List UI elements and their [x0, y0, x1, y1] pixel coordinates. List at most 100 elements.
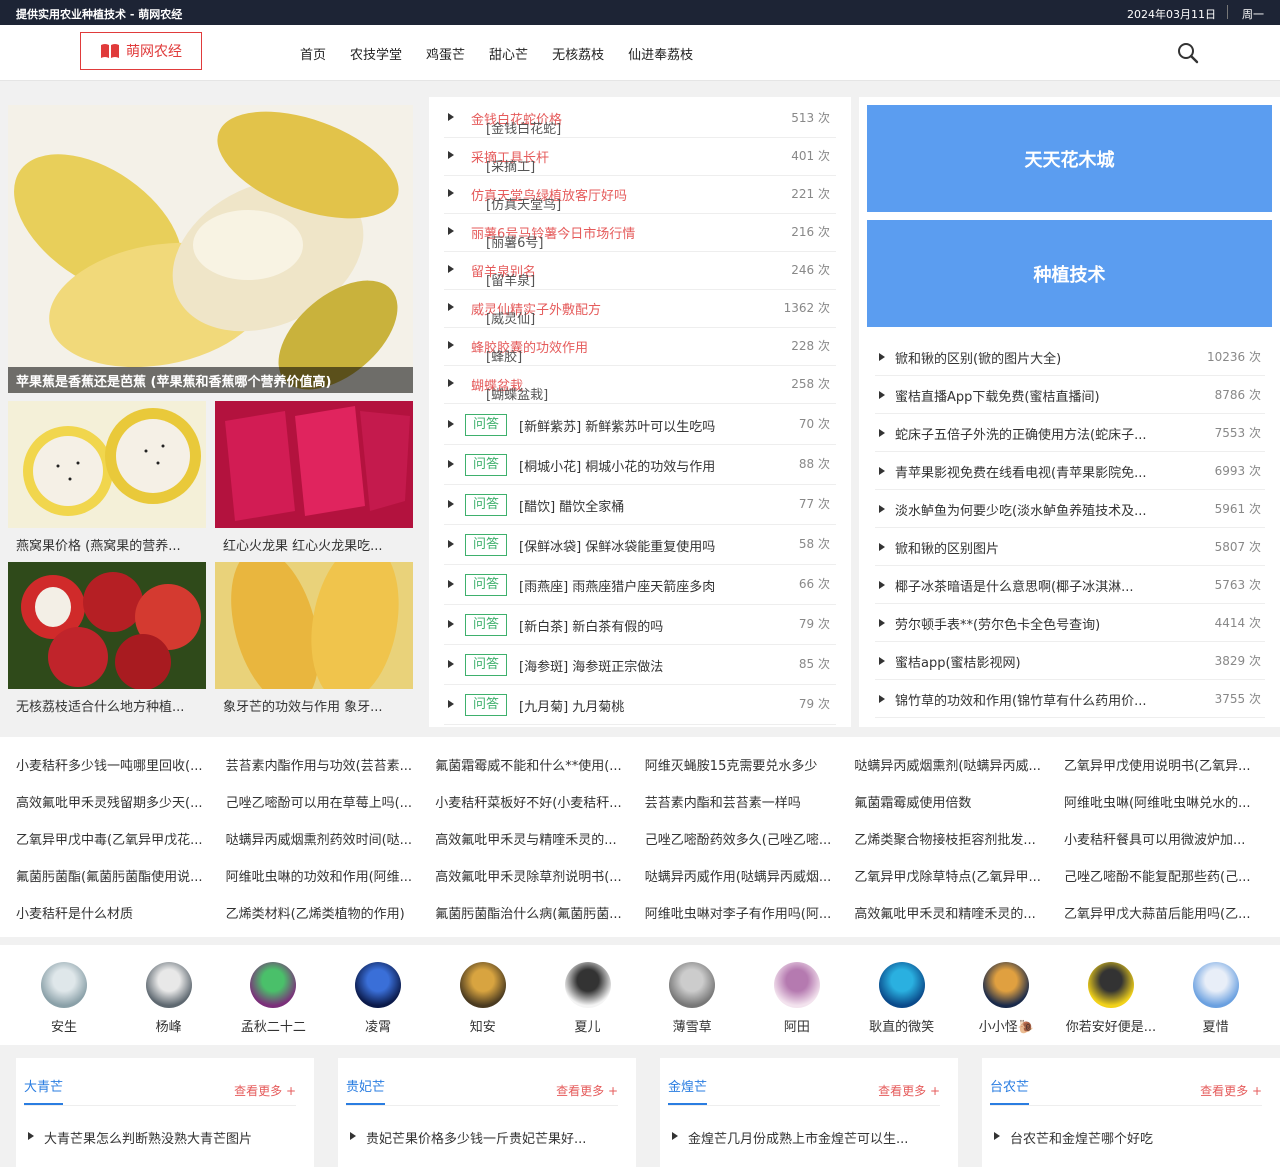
tag-link[interactable]: 高效氟吡甲禾灵与精喹禾灵的... — [435, 829, 635, 848]
tag-link[interactable]: 哒螨异丙威作用(哒螨异丙威烟... — [645, 866, 845, 885]
search-icon[interactable] — [1176, 41, 1200, 65]
article-tag[interactable]: [留羊泉] — [486, 270, 535, 289]
avatar[interactable] — [250, 962, 297, 1008]
list-item[interactable]: [采摘工] 采摘工具长杆 401 次 — [444, 138, 836, 176]
thumb-image[interactable] — [215, 562, 413, 689]
question-link[interactable]: [新白茶] 新白茶有假的吗 — [519, 616, 663, 635]
avatar[interactable] — [459, 962, 506, 1008]
list-item[interactable]: [丽薯6号] 丽薯6号马铃薯今日市场行情 216 次 — [444, 214, 836, 252]
tag-link[interactable]: 氟菌肟菌酯(氟菌肟菌酯使用说... — [16, 866, 216, 885]
question-link[interactable]: [醋饮] 醋饮全家桶 — [519, 496, 624, 515]
promo-box[interactable]: 种植技术 — [867, 220, 1272, 327]
list-item[interactable]: [留羊泉] 留羊泉别名 246 次 — [444, 252, 836, 290]
tag-link[interactable]: 高效氟吡甲禾灵和精喹禾灵的... — [854, 903, 1054, 922]
see-more-link[interactable]: 查看更多 + — [556, 1082, 618, 1099]
article-link[interactable]: 椰子冰茶暗语是什么意思啊(椰子冰淇淋... — [895, 576, 1185, 595]
article-tag[interactable]: [丽薯6号] — [486, 232, 543, 251]
article-tag[interactable]: [蜂胶] — [486, 346, 522, 365]
avatar[interactable] — [773, 962, 820, 1008]
nav-item-seedless-lychee[interactable]: 无核荔枝 — [552, 44, 604, 63]
featured-image[interactable]: 苹果蕉是香蕉还是芭蕉 (苹果蕉和香蕉哪个营养价值高) — [8, 105, 413, 393]
promo-box[interactable]: 天天花木城 — [867, 105, 1272, 212]
tag-link[interactable]: 阿维灭蝇胺15克需要兑水多少 — [645, 755, 845, 774]
nav-item-agri-school[interactable]: 农技学堂 — [350, 44, 402, 63]
list-item[interactable]: 淡水鲈鱼为何要少吃(淡水鲈鱼养殖技术及... 5961 次 — [875, 490, 1265, 528]
avatar[interactable] — [1192, 962, 1239, 1008]
list-item[interactable]: 问答 [九月菊] 九月菊桃 79 次 — [444, 685, 836, 725]
user-name[interactable]: 夏儿 — [538, 1016, 638, 1035]
tag-link[interactable]: 阿维吡虫啉的功效和作用(阿维... — [226, 866, 426, 885]
article-link[interactable]: 蜜桔app(蜜桔影视网) — [895, 652, 1185, 671]
article-tag[interactable]: [金钱白花蛇] — [486, 118, 561, 137]
list-item[interactable]: 椰子冰茶暗语是什么意思啊(椰子冰淇淋... 5763 次 — [875, 566, 1265, 604]
tag-link[interactable]: 高效氟吡甲禾灵除草剂说明书(... — [435, 866, 635, 885]
article-link[interactable]: 青苹果影视免费在线看电视(青苹果影院免... — [895, 462, 1185, 481]
user-name[interactable]: 耿直的微笑 — [852, 1016, 952, 1035]
tag-link[interactable]: 哒螨异丙威烟熏剂(哒螨异丙威... — [854, 755, 1054, 774]
tag-link[interactable]: 乙烯类聚合物接枝拒容剂批发... — [854, 829, 1054, 848]
list-item[interactable]: 问答 [海参斑] 海参斑正宗做法 85 次 — [444, 645, 836, 685]
list-item[interactable]: 劳尔顿手表**(劳尔色卡全色号查询) 4414 次 — [875, 604, 1265, 642]
list-item[interactable]: [仿真天堂鸟] 仿真天堂鸟绿植放客厅好吗 221 次 — [444, 176, 836, 214]
user-name[interactable]: 薄雪草 — [642, 1016, 742, 1035]
article-tag[interactable]: [蝴蝶盆栽] — [486, 384, 548, 403]
tag-link[interactable]: 氟菌霜霉威不能和什么**使用(... — [435, 755, 635, 774]
tag-link[interactable]: 乙氧异甲戊除草特点(乙氧异甲... — [854, 866, 1054, 885]
list-item[interactable]: 问答 [新鲜紫苏] 新鲜紫苏叶可以生吃吗 70 次 — [444, 405, 836, 445]
avatar[interactable] — [355, 962, 402, 1008]
thumb-caption[interactable]: 燕窝果价格 (燕窝果的营养... — [16, 535, 206, 554]
list-item[interactable]: [金钱白花蛇] 金钱白花蛇价格 513 次 — [444, 100, 836, 138]
list-item[interactable]: [蝴蝶盆栽] 蝴蝶盆栽 258 次 — [444, 366, 836, 404]
article-link[interactable]: 锨和锹的区别(锨的图片大全) — [895, 348, 1185, 367]
thumb-caption[interactable]: 红心火龙果 红心火龙果吃... — [223, 535, 413, 554]
list-item[interactable]: 问答 [桐城小花] 桐城小花的功效与作用 88 次 — [444, 445, 836, 485]
category-title[interactable]: 大青芒 — [24, 1076, 64, 1105]
tag-link[interactable]: 乙氧异甲戊使用说明书(乙氧异... — [1064, 755, 1264, 774]
tag-link[interactable]: 乙氧异甲戊大蒜苗后能用吗(乙... — [1064, 903, 1264, 922]
see-more-link[interactable]: 查看更多 + — [1200, 1082, 1262, 1099]
user-name[interactable]: 夏惜 — [1166, 1016, 1266, 1035]
tag-link[interactable]: 乙氧异甲戊中毒(乙氧异甲戊花... — [16, 829, 216, 848]
question-link[interactable]: [新鲜紫苏] 新鲜紫苏叶可以生吃吗 — [519, 416, 715, 435]
question-link[interactable]: [保鲜冰袋] 保鲜冰袋能重复使用吗 — [519, 536, 715, 555]
tag-link[interactable]: 己唑乙嘧酚不能复配那些药(己... — [1064, 866, 1264, 885]
avatar[interactable] — [1088, 962, 1134, 1008]
tag-link[interactable]: 乙烯类材料(乙烯类植物的作用) — [226, 903, 426, 922]
list-item[interactable]: 问答 [醋饮] 醋饮全家桶 77 次 — [444, 485, 836, 525]
tag-link[interactable]: 小麦秸秆菜板好不好(小麦秸秆... — [435, 792, 635, 811]
thumb-image[interactable] — [8, 401, 206, 528]
article-tag[interactable]: [仿真天堂鸟] — [486, 194, 561, 213]
see-more-link[interactable]: 查看更多 + — [878, 1082, 940, 1099]
list-item[interactable]: [蜂胶] 蜂胶胶囊的功效作用 228 次 — [444, 328, 836, 366]
article-link[interactable]: 淡水鲈鱼为何要少吃(淡水鲈鱼养殖技术及... — [895, 500, 1185, 519]
nav-item-xianjinfeng-lychee[interactable]: 仙进奉荔枝 — [628, 44, 693, 63]
avatar[interactable] — [669, 962, 716, 1008]
thumb-image[interactable] — [215, 401, 413, 528]
list-item[interactable]: 问答 [雨燕座] 雨燕座猎户座天箭座多肉 66 次 — [444, 565, 836, 605]
thumb-caption[interactable]: 无核荔枝适合什么地方种植... — [16, 696, 206, 715]
list-item[interactable]: 锨和锹的区别图片 5807 次 — [875, 528, 1265, 566]
tag-link[interactable]: 高效氟吡甲禾灵残留期多少天(... — [16, 792, 216, 811]
tag-link[interactable]: 芸苔素内酯作用与功效(芸苔素... — [226, 755, 426, 774]
list-item[interactable]: 大青芒果怎么判断熟没熟大青芒图片 — [24, 1128, 296, 1147]
list-item[interactable]: 问答 [新白茶] 新白茶有假的吗 79 次 — [444, 605, 836, 645]
article-link[interactable]: 蛇床子五倍子外洗的正确使用方法(蛇床子... — [895, 424, 1185, 443]
article-link[interactable]: 蜜桔直播App下载免费(蜜桔直播间) — [895, 386, 1185, 405]
avatar[interactable] — [145, 962, 192, 1008]
site-logo[interactable]: 萌网农经 — [80, 32, 202, 70]
list-item[interactable]: 蜜桔app(蜜桔影视网) 3829 次 — [875, 642, 1265, 680]
tag-link[interactable]: 小麦秸秆餐具可以用微波炉加... — [1064, 829, 1264, 848]
user-name[interactable]: 小小怪🐌 — [956, 1016, 1056, 1035]
user-name[interactable]: 你若安好便是... — [1061, 1016, 1161, 1035]
list-item[interactable]: 蛇床子五倍子外洗的正确使用方法(蛇床子... 7553 次 — [875, 414, 1265, 452]
nav-item-sweet-mango[interactable]: 甜心芒 — [489, 44, 528, 63]
article-link[interactable]: 锨和锹的区别图片 — [895, 538, 1185, 557]
category-title[interactable]: 贵妃芒 — [346, 1076, 386, 1105]
thumb-image[interactable] — [8, 562, 206, 689]
user-name[interactable]: 安生 — [14, 1016, 114, 1035]
question-link[interactable]: [桐城小花] 桐城小花的功效与作用 — [519, 456, 715, 475]
user-name[interactable]: 杨峰 — [119, 1016, 219, 1035]
thumb-caption[interactable]: 象牙芒的功效与作用 象牙... — [223, 696, 413, 715]
see-more-link[interactable]: 查看更多 + — [234, 1082, 296, 1099]
article-link[interactable]: 贵妃芒果价格多少钱一斤贵妃芒果好... — [366, 1132, 586, 1147]
